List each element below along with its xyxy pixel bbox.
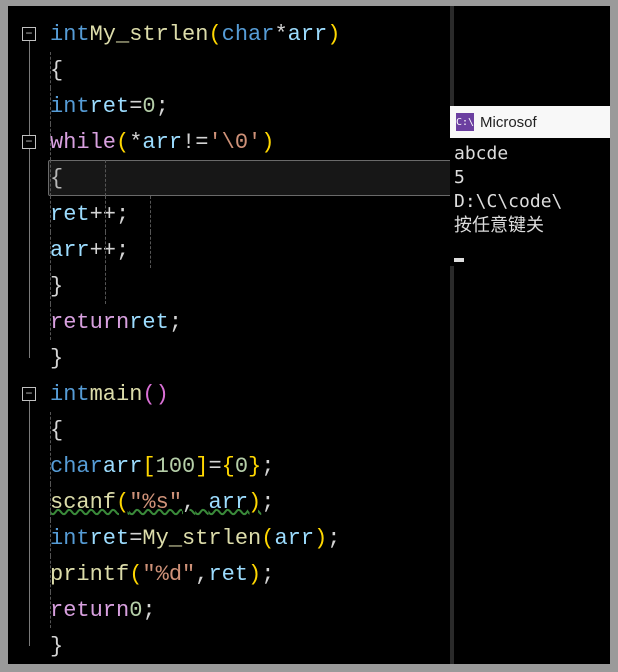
code-line[interactable]: printf("%d", ret);	[50, 556, 610, 592]
code-line[interactable]: {	[50, 52, 610, 88]
gutter: − − −	[8, 6, 50, 664]
console-line: abcde	[454, 142, 606, 166]
fold-toggle[interactable]: −	[22, 135, 36, 149]
code-line[interactable]: return 0;	[50, 592, 610, 628]
code-line[interactable]: int main()	[50, 376, 610, 412]
code-line[interactable]: }	[50, 628, 610, 664]
console-cursor	[454, 258, 464, 262]
code-line[interactable]: return ret;	[50, 304, 610, 340]
code-line[interactable]: char arr[100] = {0};	[50, 448, 610, 484]
code-editor[interactable]: int My_strlen(char*arr) { int ret = 0; w…	[50, 6, 610, 664]
editor-window: − − − int My_strlen(char*arr) { int ret …	[8, 6, 610, 664]
console-line: 按任意键关	[454, 214, 606, 238]
console-window: C:\ Microsof abcde5D:\C\code\按任意键关	[450, 106, 610, 266]
code-line[interactable]: int ret = My_strlen(arr);	[50, 520, 610, 556]
console-titlebar[interactable]: C:\ Microsof	[450, 106, 610, 138]
split-divider[interactable]	[450, 6, 454, 664]
code-line[interactable]: int My_strlen(char*arr)	[50, 16, 610, 52]
console-line: D:\C\code\	[454, 190, 606, 214]
code-line[interactable]: scanf("%s", arr);	[50, 484, 610, 520]
console-output[interactable]: abcde5D:\C\code\按任意键关	[450, 138, 610, 266]
console-title-text: Microsof	[480, 114, 537, 131]
code-line[interactable]: }	[50, 340, 610, 376]
code-line[interactable]: }	[50, 268, 610, 304]
code-line[interactable]: {	[50, 412, 610, 448]
console-line: 5	[454, 166, 606, 190]
fold-toggle[interactable]: −	[22, 27, 36, 41]
fold-toggle[interactable]: −	[22, 387, 36, 401]
console-icon: C:\	[456, 113, 474, 131]
